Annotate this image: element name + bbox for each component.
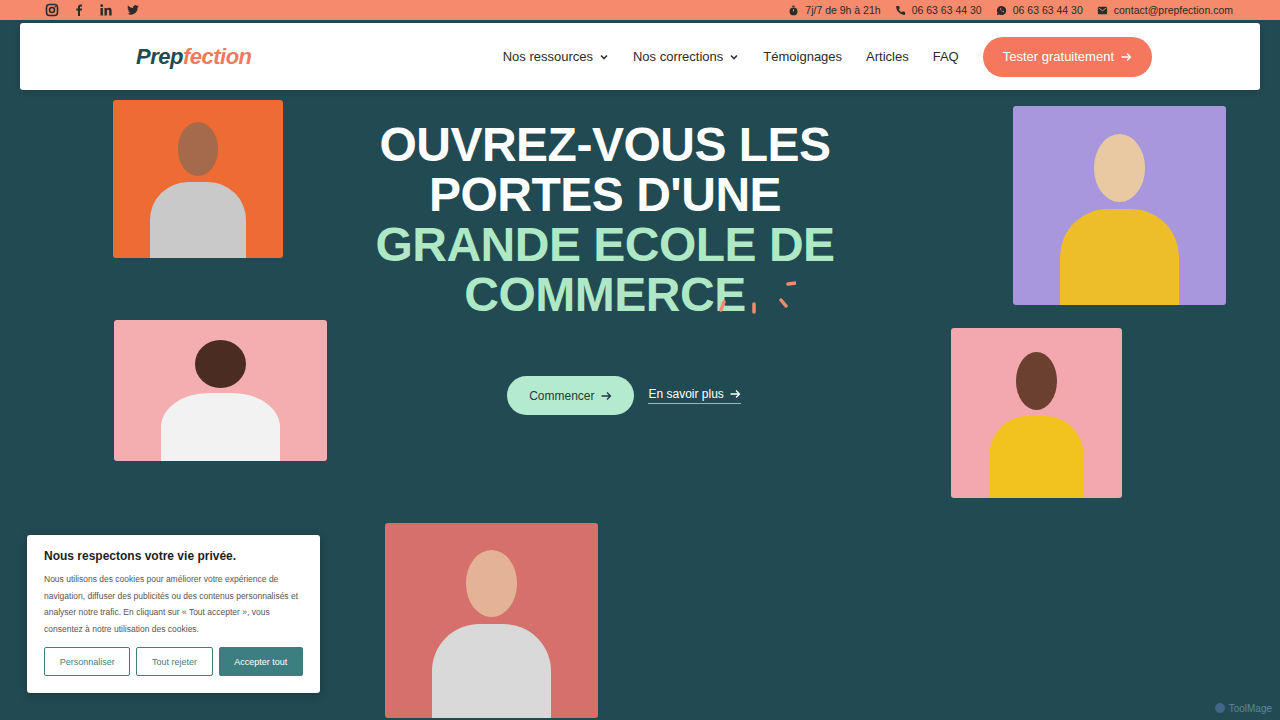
arrow-right-icon — [1120, 51, 1132, 63]
person-photo — [385, 523, 598, 718]
twitter-icon[interactable] — [126, 3, 140, 17]
person-photo — [114, 320, 327, 461]
cookie-button[interactable]: Accepter tout — [219, 647, 303, 676]
page: 7j/7 de 9h à 21h 06 63 63 44 30 06 63 63 4… — [0, 0, 1280, 720]
cookie-banner: Nous respectons votre vie privée. Nous ut… — [27, 535, 320, 693]
nav-item[interactable]: Témoignages — [763, 49, 842, 64]
arrow-right-icon — [729, 388, 741, 400]
social-links — [45, 3, 140, 17]
contact-text: 06 63 63 44 30 — [912, 4, 982, 16]
person-photo — [1013, 106, 1226, 305]
nav-item[interactable]: Nos corrections — [633, 49, 739, 64]
contact-item[interactable]: 7j/7 de 9h à 21h — [788, 4, 880, 16]
contact-text: contact@prepfection.com — [1114, 4, 1233, 16]
phone-icon — [895, 5, 906, 16]
nav-item[interactable]: Nos ressources — [503, 49, 609, 64]
instagram-icon[interactable] — [45, 3, 59, 17]
chevron-down-icon — [599, 52, 609, 62]
watermark: ToolMage — [1214, 702, 1272, 714]
linkedin-icon[interactable] — [99, 3, 113, 17]
contact-item[interactable]: 06 63 63 44 30 — [996, 4, 1083, 16]
cookie-text: Nous utilisons des cookies pour améliore… — [44, 571, 303, 637]
navigation-bar: Prepfection Nos ressources Nos corrections… — [20, 23, 1260, 90]
watermark-logo-icon — [1214, 702, 1226, 714]
email-icon — [1097, 5, 1108, 16]
try-free-button[interactable]: Tester gratuitement — [983, 37, 1152, 77]
person-photo — [951, 328, 1122, 498]
stopwatch-icon — [788, 5, 799, 16]
cookie-button[interactable]: Personnaliser — [44, 647, 130, 676]
cookie-title: Nous respectons votre vie privée. — [44, 549, 303, 563]
hero-actions: Commencer En savoir plus — [469, 376, 741, 415]
hero-title: OUVREZ-VOUS LESPORTES D'UNEGRANDE ECOLE … — [375, 120, 834, 320]
arrow-right-icon — [600, 390, 612, 402]
contact-item[interactable]: 06 63 63 44 30 — [895, 4, 982, 16]
logo[interactable]: Prepfection — [136, 44, 252, 70]
contact-text: 06 63 63 44 30 — [1013, 4, 1083, 16]
facebook-icon[interactable] — [72, 3, 86, 17]
nav-menu: Nos ressources Nos corrections Témoignages… — [503, 37, 1152, 77]
nav-item[interactable]: FAQ — [933, 49, 959, 64]
top-bar: 7j/7 de 9h à 21h 06 63 63 44 30 06 63 63 4… — [0, 0, 1280, 20]
nav-item[interactable]: Articles — [866, 49, 909, 64]
cookie-button[interactable]: Tout rejeter — [136, 647, 212, 676]
whatsapp-icon — [996, 5, 1007, 16]
chevron-down-icon — [729, 52, 739, 62]
contact-text: 7j/7 de 9h à 21h — [805, 4, 880, 16]
start-button[interactable]: Commencer — [507, 376, 634, 415]
person-photo — [113, 100, 283, 258]
sparkle-decoration-icon — [716, 274, 796, 314]
contact-item[interactable]: contact@prepfection.com — [1097, 4, 1233, 16]
contact-info: 7j/7 de 9h à 21h 06 63 63 44 30 06 63 63 4… — [788, 4, 1233, 16]
learn-more-link[interactable]: En savoir plus — [648, 387, 740, 404]
hero-content: OUVREZ-VOUS LESPORTES D'UNEGRANDE ECOLE … — [0, 90, 1280, 415]
cookie-buttons: PersonnaliserTout rejeterAccepter tout — [44, 647, 303, 676]
